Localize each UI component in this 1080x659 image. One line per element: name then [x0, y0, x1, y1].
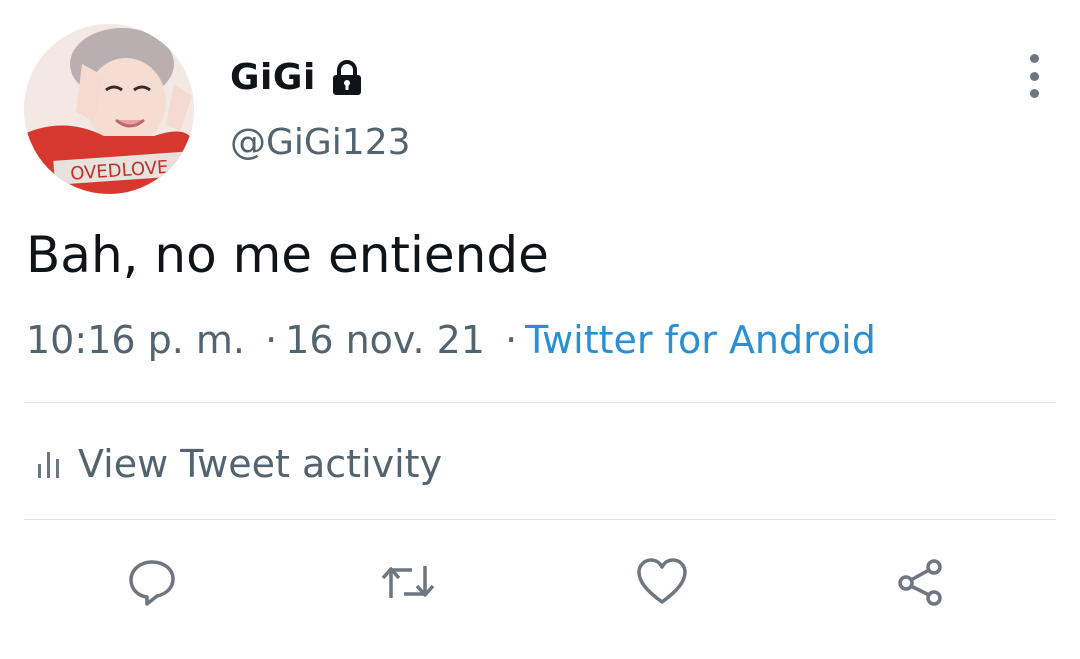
author-name-row[interactable]: GiGi — [230, 52, 364, 102]
more-options-icon[interactable] — [1014, 54, 1054, 98]
view-activity-button[interactable]: View Tweet activity — [36, 436, 442, 492]
analytics-icon — [36, 446, 62, 482]
tweet-source-link[interactable]: Twitter for Android — [525, 318, 876, 362]
display-name[interactable]: GiGi — [230, 57, 316, 98]
retweet-icon — [378, 556, 438, 608]
lock-icon — [330, 59, 364, 97]
heart-icon — [635, 557, 689, 607]
tweet-text: Bah, no me entiende — [26, 226, 549, 284]
share-icon — [894, 556, 946, 608]
share-button[interactable] — [890, 552, 950, 612]
more-dot — [1029, 54, 1039, 63]
more-dot — [1029, 89, 1039, 98]
retweet-button[interactable] — [378, 552, 438, 612]
like-button[interactable] — [632, 552, 692, 612]
tweet-date[interactable]: 16 nov. 21 — [285, 318, 485, 362]
divider — [24, 402, 1056, 403]
more-dot — [1029, 71, 1039, 81]
avatar[interactable]: OVEDLOVE — [24, 24, 194, 194]
meta-separator: · — [265, 318, 278, 362]
user-handle[interactable]: @GiGi123 — [230, 122, 411, 163]
tweet-time[interactable]: 10:16 p. m. — [26, 318, 245, 362]
tweet-metadata: 10:16 p. m. · 16 nov. 21 · Twitter for And… — [26, 318, 876, 362]
reply-button[interactable] — [122, 552, 182, 612]
view-activity-label: View Tweet activity — [78, 442, 443, 486]
reply-icon — [126, 556, 178, 608]
divider — [24, 519, 1056, 520]
meta-separator: · — [505, 318, 518, 362]
